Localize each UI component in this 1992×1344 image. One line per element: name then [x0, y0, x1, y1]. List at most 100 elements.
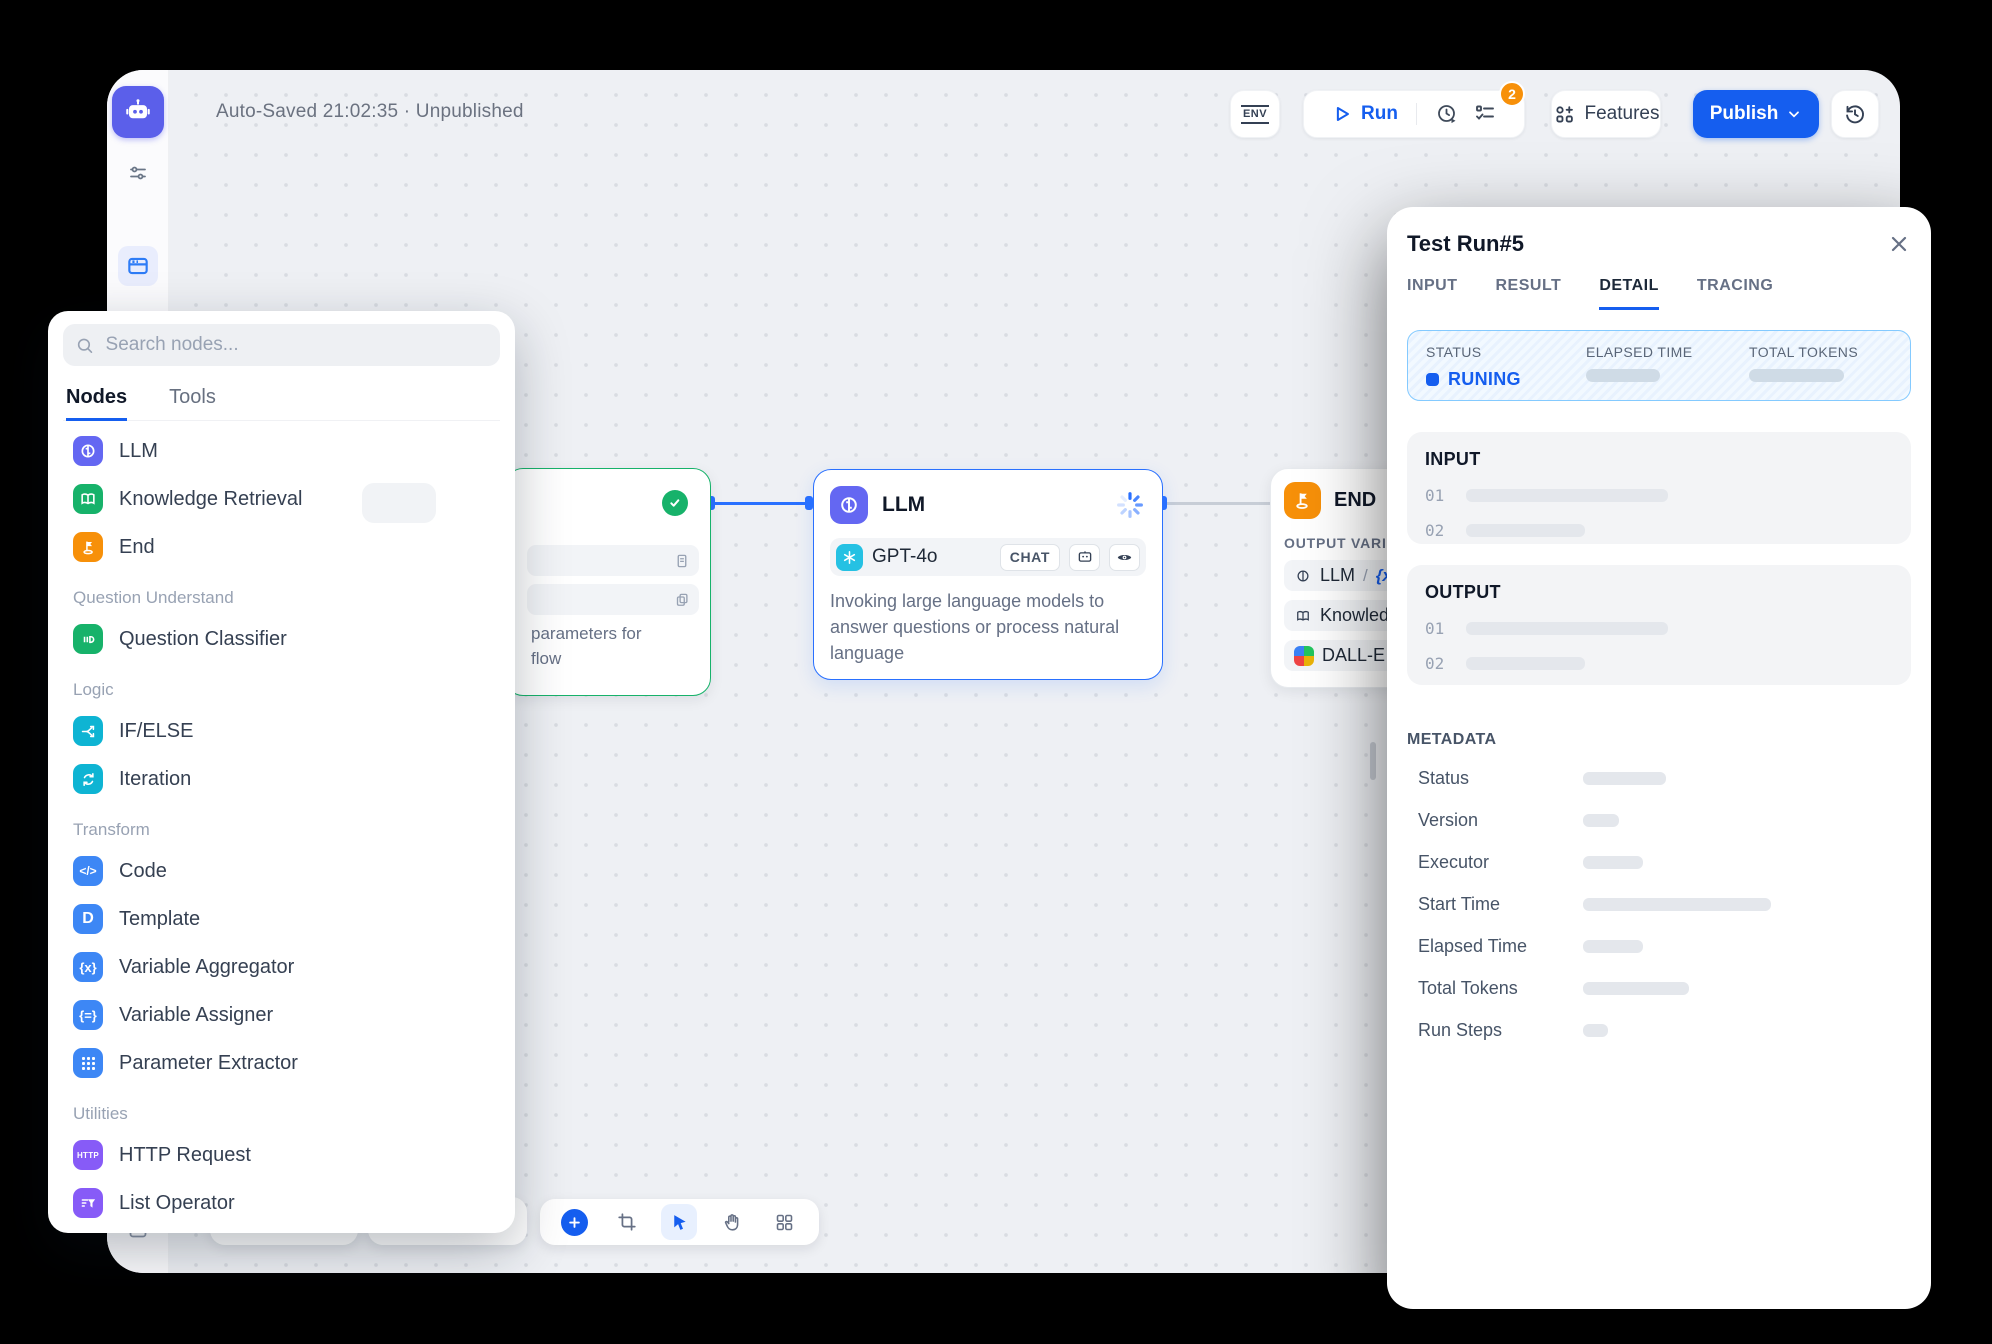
node-item-label: LLM — [119, 440, 158, 463]
node-item-label: IF/ELSE — [119, 720, 193, 743]
history-icon — [1843, 102, 1867, 126]
node-item-label: List Operator — [119, 1192, 235, 1215]
node-search-panel: Nodes Tools LLM Knowledge Retrieval — [48, 311, 515, 1233]
success-check-icon — [662, 490, 688, 516]
layout-grid-icon — [774, 1212, 795, 1233]
tab-result[interactable]: RESULT — [1496, 277, 1562, 310]
pointer-mode-button[interactable] — [661, 1204, 697, 1240]
add-node-button[interactable] — [556, 1204, 592, 1240]
features-button[interactable]: Features — [1551, 90, 1661, 138]
skeleton-bar — [1466, 622, 1668, 635]
node-item-end[interactable]: End — [65, 523, 498, 571]
brain-icon — [830, 486, 868, 524]
node-item-question-classifier[interactable]: Question Classifier — [65, 615, 498, 663]
output-section: OUTPUT 01 02 — [1407, 565, 1911, 685]
http-icon: HTTP — [73, 1140, 103, 1170]
brain-icon — [73, 436, 103, 466]
search-input[interactable] — [104, 333, 488, 357]
template-icon: D — [73, 904, 103, 934]
llm-node-description: Invoking large language models to answer… — [830, 588, 1146, 666]
sliders-icon — [126, 161, 150, 185]
play-icon — [1331, 103, 1353, 125]
window-icon — [125, 253, 151, 279]
tab-input[interactable]: INPUT — [1407, 277, 1458, 310]
version-history-button[interactable] — [1831, 90, 1879, 138]
status-value: RUNING — [1448, 369, 1521, 390]
node-item-variable-aggregator[interactable]: {x} Variable Aggregator — [65, 943, 498, 991]
node-item-template[interactable]: D Template — [65, 895, 498, 943]
book-icon — [73, 484, 103, 514]
robot-screen-icon — [1076, 548, 1094, 566]
tab-detail[interactable]: DETAIL — [1599, 277, 1659, 310]
metadata-row: Status — [1418, 757, 1911, 799]
start-node-field[interactable] — [527, 545, 699, 576]
metadata-row: Elapsed Time — [1418, 925, 1911, 967]
crop-frame-icon — [616, 1211, 638, 1233]
node-item-if-else[interactable]: IF/ELSE — [65, 707, 498, 755]
dots-grid-glyph — [81, 1056, 96, 1071]
node-item-code[interactable]: </> Code — [65, 847, 498, 895]
node-item-http-request[interactable]: HTTP HTTP Request — [65, 1131, 498, 1179]
skeleton-bar — [1583, 814, 1619, 827]
search-box[interactable] — [63, 324, 500, 366]
screenshot-root: Auto-Saved 21:02:35 · Unpublished ENV Ru… — [0, 0, 1992, 1344]
node-panel-toggle-button[interactable] — [118, 246, 158, 286]
variable-source: LLM — [1320, 565, 1355, 586]
workflow-settings-button[interactable] — [118, 153, 158, 193]
output-title: OUTPUT — [1425, 582, 1893, 603]
run-history-timer-button[interactable] — [1435, 102, 1459, 126]
code-icon: </> — [73, 856, 103, 886]
metadata-row: Executor — [1418, 841, 1911, 883]
node-item-label: Parameter Extractor — [119, 1052, 298, 1075]
auto-layout-button[interactable] — [767, 1204, 803, 1240]
model-selector[interactable]: GPT-4o CHAT — [830, 538, 1146, 576]
eye-icon — [1115, 548, 1134, 567]
canvas-scrollbar[interactable] — [1370, 742, 1376, 780]
env-button[interactable]: ENV — [1230, 90, 1280, 138]
openai-icon — [836, 544, 863, 571]
edge-start-to-llm[interactable] — [711, 502, 813, 505]
autosave-status: Auto-Saved 21:02:35 · Unpublished — [216, 101, 524, 123]
node-item-variable-assigner[interactable]: {=} Variable Assigner — [65, 991, 498, 1039]
hand-mode-button[interactable] — [714, 1204, 750, 1240]
chevron-down-icon — [1786, 106, 1802, 122]
publish-button[interactable]: Publish — [1693, 90, 1819, 138]
app-logo[interactable] — [112, 86, 164, 138]
classifier-icon — [73, 624, 103, 654]
node-item-label: Question Classifier — [119, 628, 287, 651]
tab-nodes[interactable]: Nodes — [66, 376, 127, 421]
input-title: INPUT — [1425, 449, 1893, 470]
llm-node[interactable]: LLM GPT-4o CHAT — [813, 469, 1163, 680]
skeleton-bar — [1583, 982, 1689, 995]
agent-badge — [1069, 544, 1100, 571]
edge-llm-to-end[interactable] — [1167, 502, 1274, 505]
plus-circle-icon — [561, 1209, 588, 1236]
tab-tracing[interactable]: TRACING — [1697, 277, 1773, 310]
add-note-button[interactable] — [609, 1204, 645, 1240]
node-item-llm[interactable]: LLM — [65, 427, 498, 475]
node-item-list-operator[interactable]: List Operator — [65, 1179, 498, 1227]
elapsed-time-label: ELAPSED TIME — [1586, 344, 1749, 360]
node-item-iteration[interactable]: Iteration — [65, 755, 498, 803]
skeleton-bar — [1466, 657, 1585, 670]
env-icon: ENV — [1241, 105, 1269, 124]
close-icon[interactable] — [1887, 232, 1911, 256]
variable-source: Knowled — [1320, 605, 1389, 626]
checklist-button[interactable] — [1473, 102, 1497, 126]
row-index: 02 — [1425, 521, 1444, 540]
node-item-label: Variable Aggregator — [119, 956, 294, 979]
run-toolbar-group: Run — [1303, 90, 1525, 138]
separator: / — [1363, 566, 1368, 586]
metadata-row: Start Time — [1418, 883, 1911, 925]
run-button[interactable]: Run — [1331, 103, 1398, 125]
metadata-list: Status Version Executor Start Time Elaps… — [1407, 757, 1911, 1051]
start-node-field[interactable] — [527, 584, 699, 615]
tab-tools[interactable]: Tools — [169, 376, 216, 420]
run-status-card: STATUS RUNING ELAPSED TIME TOTAL TOKENS — [1407, 330, 1911, 401]
flag-icon — [1284, 482, 1321, 519]
edge-handle[interactable] — [805, 496, 813, 510]
node-item-parameter-extractor[interactable]: Parameter Extractor — [65, 1039, 498, 1087]
skeleton-bar — [1583, 1024, 1608, 1037]
total-tokens-label: TOTAL TOKENS — [1749, 344, 1909, 360]
brain-icon — [1294, 567, 1312, 585]
